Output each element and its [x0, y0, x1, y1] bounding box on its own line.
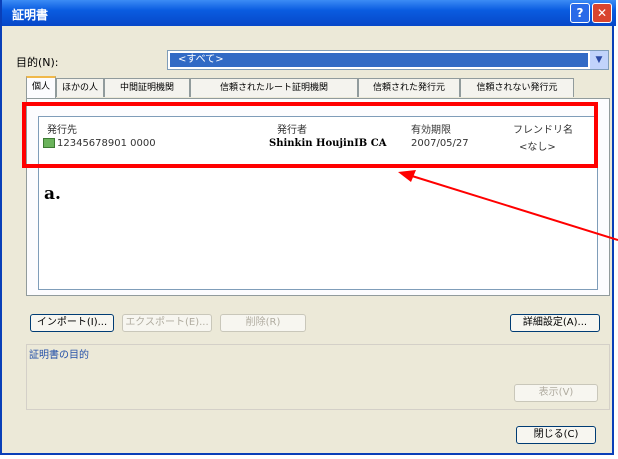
- tab-other-people[interactable]: ほかの人: [56, 78, 104, 97]
- tab-personal[interactable]: 個人: [26, 76, 56, 99]
- remove-button[interactable]: 削除(R): [220, 314, 306, 332]
- purpose-select[interactable]: <すべて> ▼: [167, 50, 609, 70]
- title-bar[interactable]: 証明書 ? ✕: [2, 0, 616, 26]
- import-button[interactable]: インポート(I)...: [30, 314, 114, 332]
- help-button[interactable]: ?: [570, 3, 590, 23]
- purpose-label: 目的(N):: [16, 56, 59, 69]
- advanced-button[interactable]: 詳細設定(A)...: [510, 314, 600, 332]
- export-button[interactable]: エクスポート(E)...: [122, 314, 212, 332]
- annotation-highlight-box: [22, 102, 598, 168]
- view-button[interactable]: 表示(V): [514, 384, 598, 402]
- close-button[interactable]: 閉じる(C): [516, 426, 596, 444]
- window-title: 証明書: [12, 8, 49, 22]
- tab-intermediate-ca[interactable]: 中間証明機関: [104, 78, 190, 97]
- tab-trusted-publishers[interactable]: 信頼された発行元: [358, 78, 460, 97]
- close-window-button[interactable]: ✕: [592, 3, 612, 23]
- certificate-purposes-label: 証明書の目的: [29, 350, 89, 361]
- certificates-dialog: 証明書 ? ✕ 目的(N): <すべて> ▼ 個人 ほかの人 中間証明機関 信頼…: [0, 0, 616, 455]
- purpose-selected-value: <すべて>: [170, 53, 588, 67]
- tab-untrusted-publishers[interactable]: 信頼されない発行元: [460, 78, 574, 97]
- annotation-label: a.: [44, 184, 61, 204]
- tab-trusted-root-ca[interactable]: 信頼されたルート証明機関: [190, 78, 358, 97]
- chevron-down-icon[interactable]: ▼: [590, 51, 608, 69]
